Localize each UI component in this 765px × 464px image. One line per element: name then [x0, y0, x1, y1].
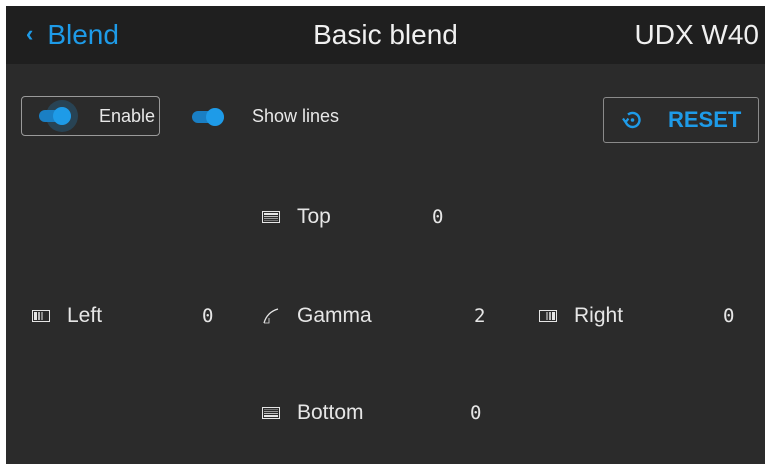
reset-icon [622, 111, 641, 129]
blend-left-icon [32, 309, 50, 323]
show-lines-switch[interactable] [192, 107, 224, 126]
blend-top-icon [262, 210, 280, 224]
enable-switch[interactable] [39, 100, 78, 132]
enable-label: Enable [99, 105, 156, 126]
param-top-value: 0 [432, 206, 444, 228]
param-bottom[interactable]: Bottom 0 [262, 400, 492, 426]
switch-knob [206, 107, 224, 126]
param-gamma-value: 2 [474, 305, 486, 327]
header-bar: ‹ Blend Basic blend UDX W40 [6, 6, 765, 64]
show-lines-toggle[interactable]: Show lines [192, 106, 339, 127]
param-bottom-value: 0 [470, 402, 482, 424]
param-left-label: Left [67, 304, 103, 327]
param-top-label: Top [297, 205, 331, 228]
reset-label: RESET [668, 107, 742, 132]
blend-screen: ‹ Blend Basic blend UDX W40 Enable Show … [6, 6, 765, 464]
param-top[interactable]: Top 0 [262, 204, 462, 230]
param-left[interactable]: Left 0 [32, 303, 222, 329]
gamma-curve-icon [262, 308, 280, 324]
device-name: UDX W40 [634, 19, 759, 50]
enable-toggle[interactable]: Enable [21, 96, 160, 136]
param-right-label: Right [574, 304, 624, 327]
param-right-value: 0 [723, 305, 735, 327]
param-gamma-label: Gamma [297, 304, 372, 327]
chevron-left-icon: ‹ [26, 20, 34, 46]
switch-knob [53, 107, 71, 125]
show-lines-label: Show lines [252, 106, 340, 126]
param-right[interactable]: Right 0 [539, 303, 749, 329]
param-bottom-label: Bottom [297, 401, 364, 424]
param-left-value: 0 [202, 305, 214, 327]
blend-right-icon [539, 309, 557, 323]
param-gamma[interactable]: Gamma 2 [262, 303, 494, 329]
back-button[interactable]: ‹ Blend [26, 6, 119, 64]
back-label: Blend [47, 19, 119, 50]
reset-button[interactable]: RESET [603, 97, 759, 143]
blend-bottom-icon [262, 406, 280, 420]
